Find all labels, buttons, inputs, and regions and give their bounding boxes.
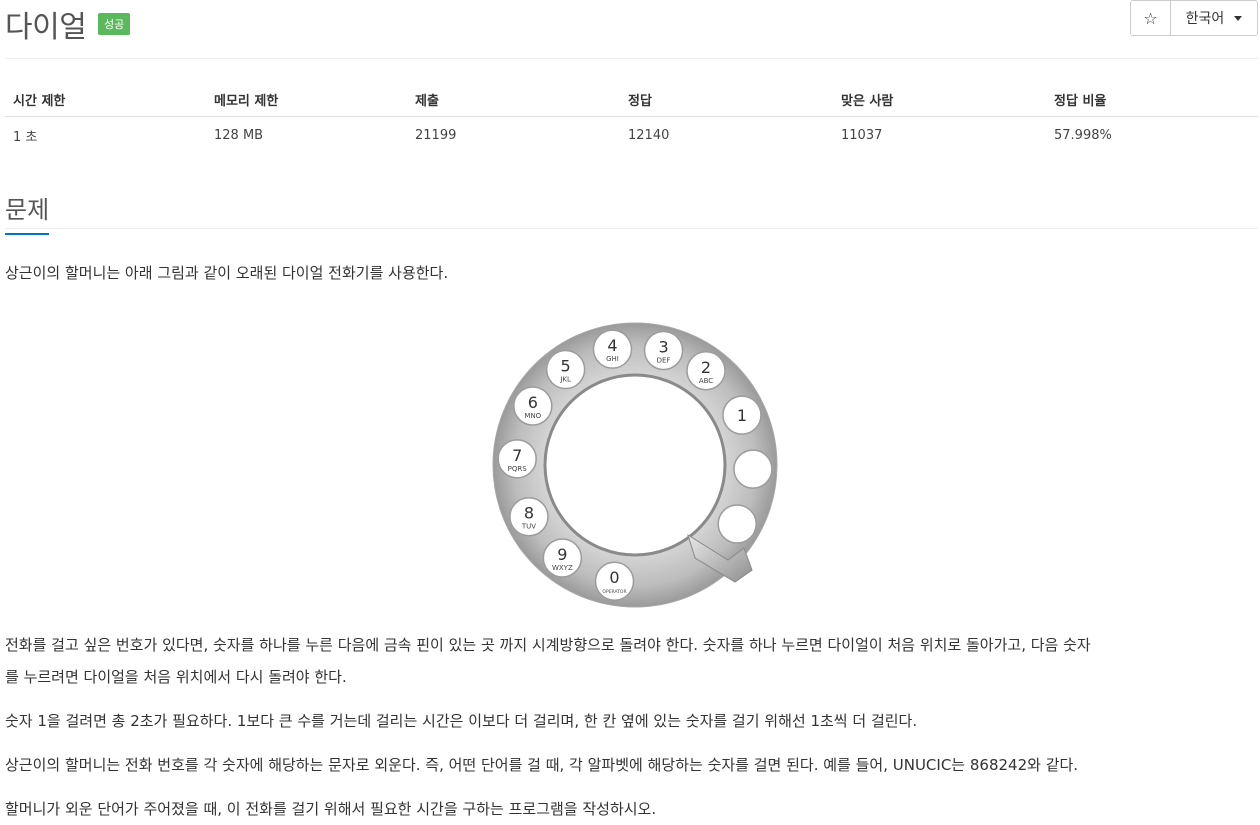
dial-digit: 1 — [737, 406, 747, 425]
star-icon: ☆ — [1143, 8, 1158, 28]
dial-letters: MNO — [524, 412, 541, 420]
star-button[interactable]: ☆ — [1131, 1, 1171, 35]
problem-paragraph-5: 할머니가 외운 단어가 주어졌을 때, 이 전화를 걸기 위해서 필요한 시간을… — [5, 800, 657, 818]
dial-hole-0: 0 OPERATOR — [594, 561, 635, 601]
rotary-dial-image: 1 2 ABC 3 DEF 4 GHI 5 JKL 6 MNO 7 PQRS 8 TUV 9 WXYZ 0 OPER… — [490, 320, 780, 610]
header-button-group: ☆ 한국어 — [1130, 0, 1258, 36]
header-accepted: 정답 — [620, 82, 833, 117]
dial-digit: 0 — [609, 568, 619, 587]
problem-paragraph-4: 상근이의 할머니는 전화 번호를 각 숫자에 해당하는 문자로 외운다. 즉, … — [5, 756, 1079, 774]
dial-digit: 4 — [607, 336, 617, 355]
dial-hole-3: 3DEF — [643, 330, 684, 371]
caret-down-icon — [1234, 15, 1243, 21]
dial-letters: DEF — [657, 357, 671, 365]
dial-hole-1: 1 — [722, 395, 762, 435]
dial-digit: 2 — [701, 358, 711, 377]
dial-digit: 9 — [557, 545, 567, 564]
dial-hole-8: 8TUV — [509, 496, 549, 537]
cell-accepted: 12140 — [628, 127, 670, 143]
problem-paragraph-2a: 전화를 걸고 싶은 번호가 있다면, 숫자를 하나를 누른 다음에 금속 핀이 … — [5, 636, 1091, 654]
language-dropdown[interactable]: 한국어 — [1171, 1, 1257, 35]
cell-time-limit: 1 초 — [13, 129, 38, 145]
cell-submissions: 21199 — [415, 127, 457, 143]
cell-memory-limit: 128 MB — [214, 127, 264, 143]
dial-hole-5: 5JKL — [545, 349, 586, 390]
table-row: 1 초 128 MB 21199 12140 11037 57.998% — [5, 117, 1258, 154]
dial-letters: WXYZ — [552, 564, 573, 572]
dial-digit: 7 — [512, 446, 522, 465]
dial-hole-7: 7PQRS — [497, 439, 537, 479]
dial-letters: OPERATOR — [602, 589, 626, 595]
problem-paragraph-3: 숫자 1을 걸려면 총 2초가 필요하다. 1보다 큰 수를 거는데 걸리는 시… — [5, 712, 918, 730]
dial-hole-6: 6MNO — [513, 386, 553, 426]
rotary-dial-svg: 12ABC3DEF4GHI5JKL6MNO7PQRS8TUV9WXYZ0OPER… — [492, 322, 778, 608]
status-badge: 성공 — [98, 13, 131, 35]
dial-digit: 6 — [528, 393, 538, 412]
title-row: 다이얼 성공 ☆ 한국어 — [5, 0, 1258, 59]
header-submissions: 제출 — [407, 82, 620, 117]
dial-digit: 8 — [524, 504, 534, 523]
header-accept-ratio: 정답 비율 — [1046, 82, 1258, 117]
dial-center — [543, 373, 727, 557]
problem-section-header: 문제 — [5, 186, 1258, 235]
section-title: 문제 — [5, 190, 50, 235]
language-label: 한국어 — [1185, 11, 1225, 27]
dial-digit: 3 — [658, 338, 668, 357]
dial-hole-2: 2ABC — [686, 351, 726, 391]
problem-paragraph-2b: 를 누르려면 다이얼을 처음 위치에서 다시 돌려야 한다. — [5, 668, 347, 686]
header-memory-limit: 메모리 제한 — [206, 82, 407, 117]
problem-info-table: 시간 제한 메모리 제한 제출 정답 맞은 사람 정답 비율 1 초 128 M… — [5, 82, 1258, 153]
dial-letters: JKL — [559, 376, 571, 384]
table-header-row: 시간 제한 메모리 제한 제출 정답 맞은 사람 정답 비율 — [5, 82, 1258, 117]
cell-solved-users: 11037 — [841, 127, 883, 143]
dial-letters: TUV — [521, 523, 536, 531]
cell-accept-ratio: 57.998% — [1054, 127, 1112, 143]
header-solved-users: 맞은 사람 — [833, 82, 1046, 117]
dial-letters: ABC — [699, 377, 713, 385]
problem-title: 다이얼 — [5, 10, 87, 45]
dial-hole-4: 4GHI — [592, 329, 633, 369]
header-time-limit: 시간 제한 — [5, 82, 206, 117]
dial-hole-empty — [733, 449, 773, 489]
problem-paragraph-1: 상근이의 할머니는 아래 그림과 같이 오래된 다이얼 전화기를 사용한다. — [5, 264, 449, 282]
dial-digit: 5 — [561, 357, 571, 376]
dial-hole-9: 9WXYZ — [542, 538, 583, 578]
dial-hole-empty — [717, 504, 757, 544]
dial-letters: PQRS — [508, 465, 528, 473]
dial-letters: GHI — [606, 355, 619, 363]
